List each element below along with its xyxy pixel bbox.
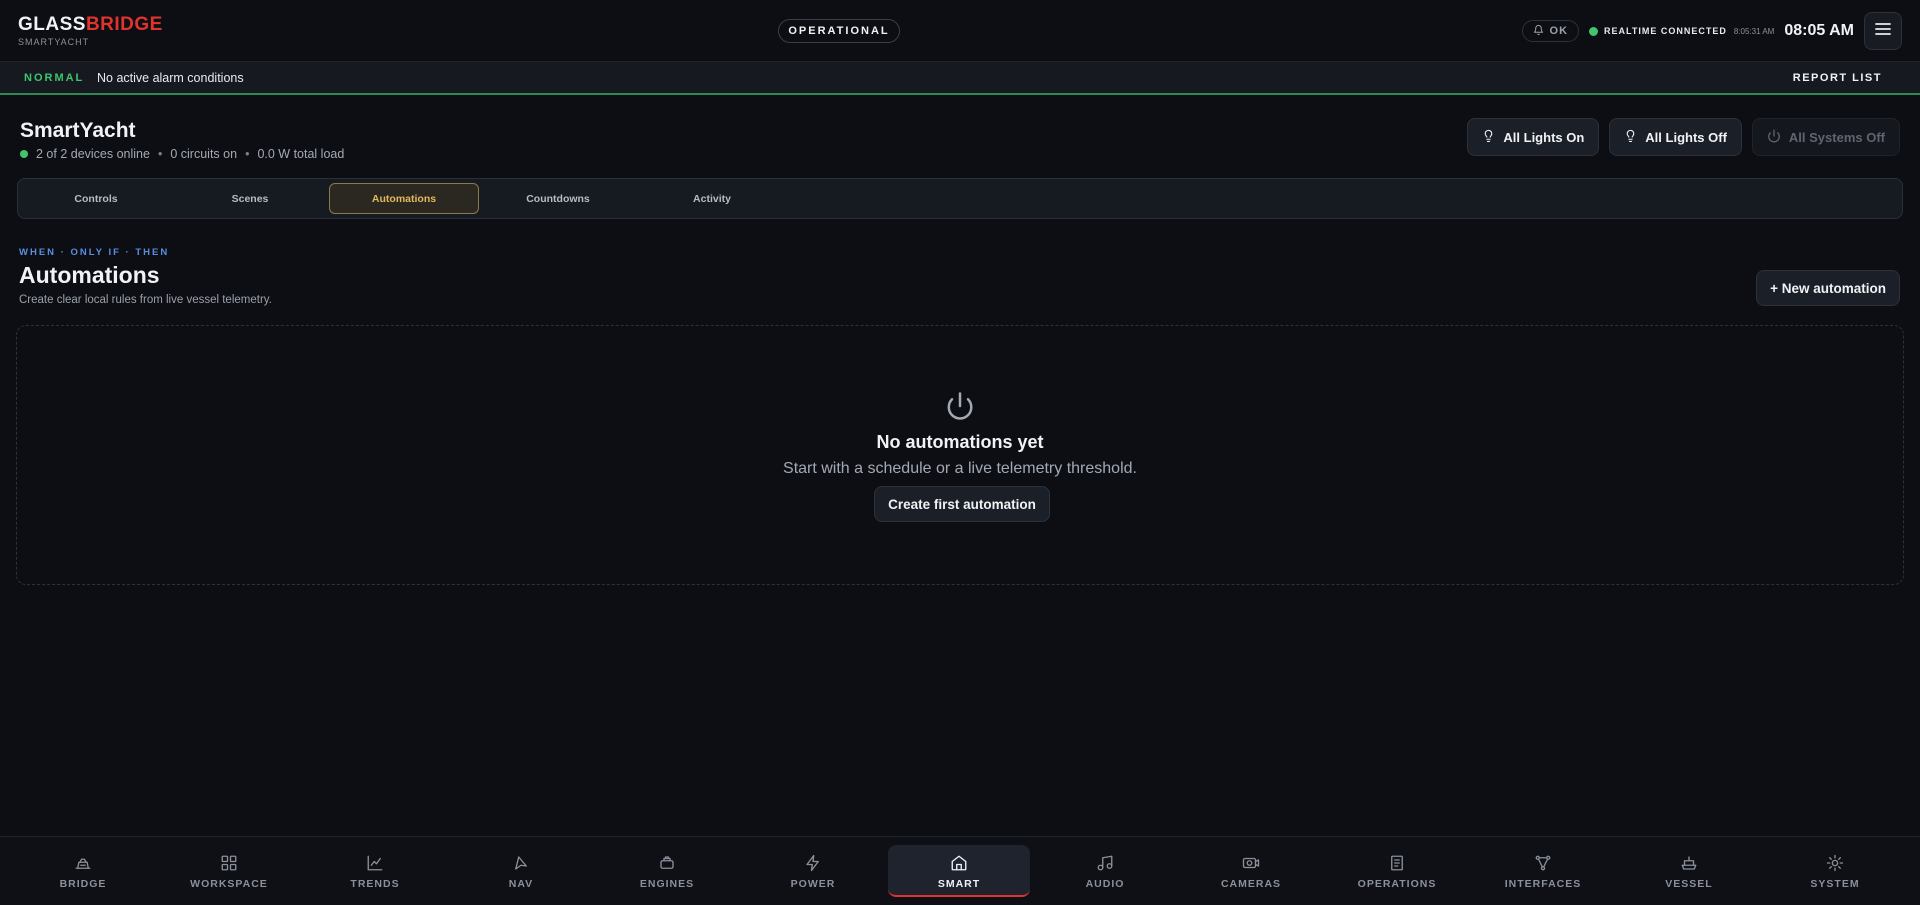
network-icon [1534,854,1552,872]
nav-item-nav[interactable]: NAV [450,845,592,897]
engine-icon [658,854,676,872]
grid-icon [220,854,238,872]
camera-icon [1242,854,1260,872]
alarm-bar: NORMAL No active alarm conditions REPORT… [0,62,1920,95]
clock: 08:05 AM [1784,22,1854,39]
system-status-badge: OPERATIONAL [778,19,900,43]
realtime-status-dot [1589,26,1599,36]
nav-item-operations[interactable]: OPERATIONS [1326,845,1468,897]
online-status-dot [20,150,28,158]
quick-actions: All Lights On All Lights Off All Systems… [1467,118,1900,156]
empty-state-description: Start with a schedule or a live telemetr… [783,460,1137,477]
section-eyebrow: WHEN · ONLY IF · THEN [19,247,170,258]
tab-bar: Controls Scenes Automations Countdowns A… [17,178,1903,219]
alarm-state: NORMAL [24,72,85,84]
realtime-last-update: 8:05:31 AM [1733,26,1775,36]
separator: • [245,147,250,161]
devices-online: 2 of 2 devices online [36,147,150,161]
section-subtitle: Create clear local rules from live vesse… [19,294,272,306]
menu-button[interactable] [1864,12,1902,50]
alarm-message: No active alarm conditions [97,71,244,85]
hamburger-icon [1875,22,1891,41]
top-bar: GLASSBRIDGE SMARTYACHT OPERATIONAL OK RE… [0,0,1920,62]
power-icon [1767,129,1781,146]
nav-item-system[interactable]: SYSTEM [1764,845,1906,897]
alarm-status-label: OK [1549,25,1569,37]
create-first-automation-button[interactable]: Create first automation [874,486,1050,522]
realtime-status-label: REALTIME CONNECTED [1604,26,1727,36]
new-automation-button[interactable]: + New automation [1756,270,1900,306]
bulb-icon [1482,128,1495,147]
bulb-icon [1624,128,1637,147]
music-icon [1096,854,1114,872]
brand-name: GLASSBRIDGE [18,14,163,35]
tab-automations[interactable]: Automations [329,183,479,214]
alarm-status-button[interactable]: OK [1521,20,1580,42]
tab-activity[interactable]: Activity [637,183,787,214]
page-title: SmartYacht [20,119,136,142]
all-lights-on-button[interactable]: All Lights On [1467,118,1600,156]
nav-item-interfaces[interactable]: INTERFACES [1472,845,1614,897]
report-list-button[interactable]: REPORT LIST [1793,72,1882,84]
nav-item-power[interactable]: POWER [742,845,884,897]
bolt-icon [804,854,822,872]
brand-subtitle: SMARTYACHT [18,37,90,47]
empty-state-title: No automations yet [876,432,1044,452]
circuits-on: 0 circuits on [170,147,238,161]
nav-item-bridge[interactable]: BRIDGE [12,845,154,897]
ship-icon [1680,854,1698,872]
tab-scenes[interactable]: Scenes [175,183,325,214]
power-icon [945,390,975,427]
all-lights-off-button[interactable]: All Lights Off [1609,118,1742,156]
nav-item-vessel[interactable]: VESSEL [1618,845,1760,897]
tab-countdowns[interactable]: Countdowns [483,183,633,214]
nav-item-engines[interactable]: ENGINES [596,845,738,897]
navigation-icon [512,854,530,872]
separator: • [157,147,163,161]
header-status-area: OK REALTIME CONNECTED 8:05:31 AM 08:05 A… [1521,12,1902,50]
bell-icon [1533,24,1544,39]
clipboard-icon [1388,854,1406,872]
bottom-nav: BRIDGE WORKSPACE TRENDS NAV ENGINES POWE… [0,836,1920,905]
nav-item-trends[interactable]: TRENDS [304,845,446,897]
nav-item-workspace[interactable]: WORKSPACE [158,845,300,897]
home-icon [950,854,968,872]
tab-controls[interactable]: Controls [21,183,171,214]
nav-item-audio[interactable]: AUDIO [1034,845,1176,897]
gear-icon [1826,854,1844,872]
empty-state-panel: No automations yet Start with a schedule… [16,325,1904,585]
section-title: Automations [19,262,160,288]
nav-item-cameras[interactable]: CAMERAS [1180,845,1322,897]
nav-item-smart[interactable]: SMART [888,845,1030,897]
total-load: 0.0 W total load [257,147,345,161]
helm-icon [74,854,92,872]
brand-logo[interactable]: GLASSBRIDGE SMARTYACHT [18,14,163,48]
all-systems-off-button[interactable]: All Systems Off [1751,118,1900,156]
device-summary: 2 of 2 devices online • 0 circuits on • … [20,147,344,161]
chart-icon [366,854,384,872]
